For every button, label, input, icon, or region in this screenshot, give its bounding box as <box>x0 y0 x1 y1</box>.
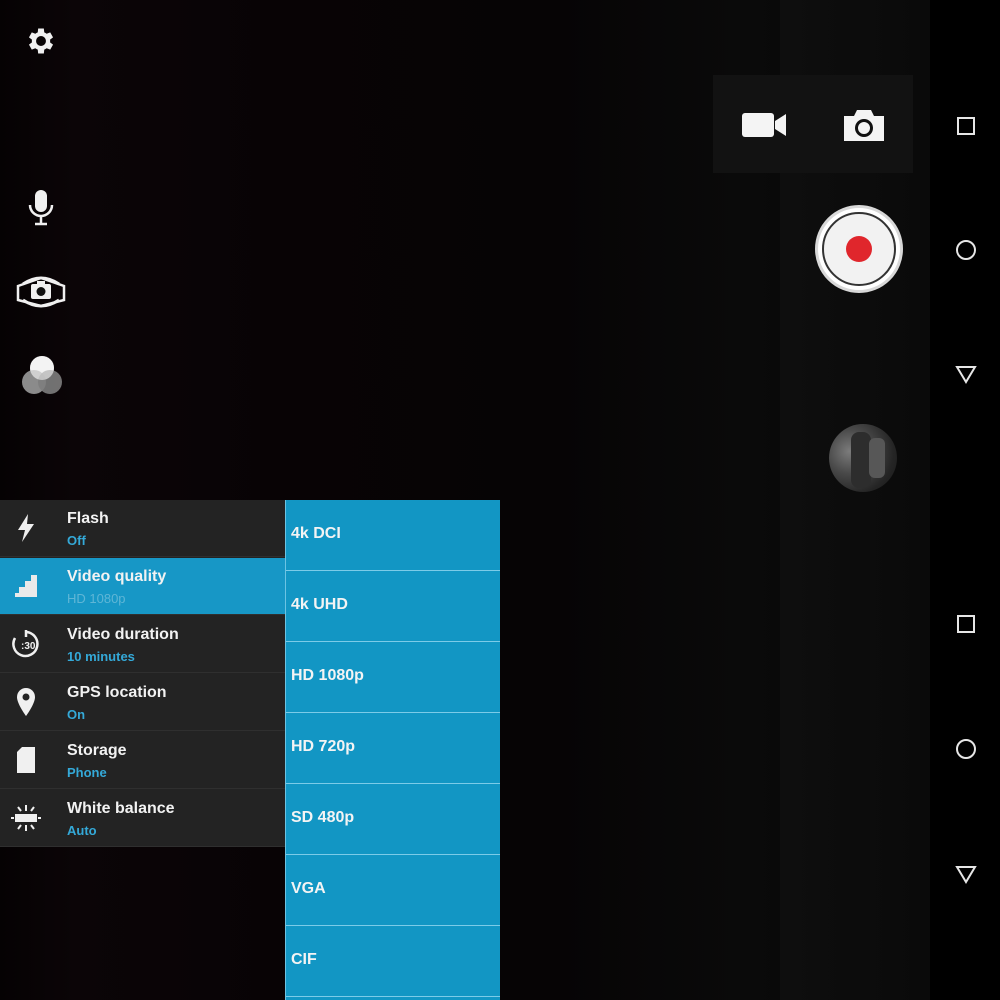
setting-title: Flash <box>67 510 109 527</box>
option-vga[interactable]: VGA <box>286 855 500 926</box>
option-label: HD 1080p <box>291 667 364 684</box>
setting-video-duration[interactable]: :30 Video duration 10 minutes <box>0 616 285 673</box>
setting-title: Video quality <box>67 568 167 585</box>
setting-title: Storage <box>67 742 127 759</box>
record-button[interactable] <box>815 205 903 293</box>
setting-gps-location[interactable]: GPS location On <box>0 674 285 731</box>
setting-title: White balance <box>67 800 175 817</box>
option-hd-720p[interactable]: HD 720p <box>286 713 500 784</box>
option-4k-uhd[interactable]: 4k UHD <box>286 571 500 642</box>
gallery-thumbnail[interactable] <box>829 424 897 492</box>
color-filter-icon[interactable] <box>18 352 66 400</box>
setting-title: Video duration <box>67 626 179 643</box>
navigation-bar <box>930 0 1000 1000</box>
home-icon[interactable] <box>950 234 982 266</box>
option-label: 4k UHD <box>291 596 348 613</box>
record-button-inner <box>822 212 896 286</box>
setting-value: 10 minutes <box>67 649 135 664</box>
setting-white-balance[interactable]: White balance Auto <box>0 790 285 847</box>
recents-icon[interactable] <box>950 110 982 142</box>
timer-icon-text: :30 <box>21 641 36 652</box>
gear-icon[interactable] <box>20 20 62 62</box>
white-balance-icon <box>10 802 42 834</box>
option-label: HD 720p <box>291 738 356 755</box>
setting-storage[interactable]: Storage Phone <box>0 732 285 789</box>
option-cif[interactable]: CIF <box>286 926 500 997</box>
setting-value: HD 1080p <box>67 591 126 606</box>
video-quality-options: 4k DCI 4k UHD HD 1080p HD 720p SD 480p V… <box>285 500 500 1000</box>
setting-value: On <box>67 707 86 722</box>
setting-value: Auto <box>67 823 97 838</box>
setting-flash[interactable]: Flash Off <box>0 500 285 557</box>
flash-icon <box>10 512 42 544</box>
switch-camera-icon[interactable] <box>14 270 68 314</box>
recents-icon[interactable] <box>950 608 982 640</box>
location-pin-icon <box>10 686 42 718</box>
option-label: SD 480p <box>291 809 355 826</box>
setting-title: GPS location <box>67 684 167 701</box>
option-label: 4k DCI <box>291 525 341 542</box>
timer-icon: :30 <box>10 628 42 660</box>
back-icon[interactable] <box>950 358 982 390</box>
settings-panel: Flash Off Video quality HD 1080p :30 Vid… <box>0 500 285 847</box>
video-camera-icon[interactable] <box>738 104 790 146</box>
option-label: CIF <box>291 951 317 968</box>
home-icon[interactable] <box>950 733 982 765</box>
option-hd-1080p[interactable]: HD 1080p <box>286 642 500 713</box>
option-4k-dci[interactable]: 4k DCI <box>286 500 500 571</box>
video-quality-icon <box>10 570 42 602</box>
back-icon[interactable] <box>950 858 982 890</box>
option-label: VGA <box>291 880 326 897</box>
setting-video-quality[interactable]: Video quality HD 1080p <box>0 558 285 615</box>
photo-camera-icon[interactable] <box>838 102 890 148</box>
microphone-icon[interactable] <box>20 185 62 231</box>
sd-card-icon <box>10 744 42 776</box>
setting-value: Off <box>67 533 86 548</box>
setting-value: Phone <box>67 765 107 780</box>
option-sd-480p[interactable]: SD 480p <box>286 784 500 855</box>
record-dot <box>846 236 872 262</box>
